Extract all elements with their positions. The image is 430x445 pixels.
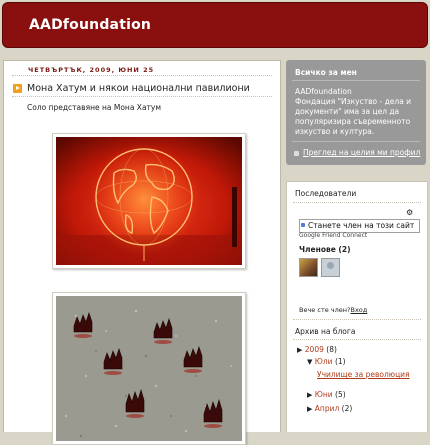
members-count: Членове (2) — [299, 245, 351, 254]
blog-title[interactable]: AADfoundation — [29, 17, 151, 33]
archive-post-item[interactable]: Училище за революция — [317, 370, 410, 379]
view-profile-label: Преглед на целия ми профил — [303, 148, 421, 157]
about-me-widget: Всичко за мен AADfoundation Фондация "Из… — [286, 60, 426, 165]
crowns-photo — [56, 296, 242, 441]
archive-month-count: (1) — [334, 357, 346, 366]
widget-heading: Всичко за мен — [295, 68, 357, 77]
archive-year-count: (8) — [326, 345, 337, 354]
archive-month-link[interactable]: Юли — [315, 357, 333, 366]
divider — [12, 75, 272, 76]
archive-year-link[interactable]: 2009 — [305, 345, 324, 354]
widget-heading: Последователи — [295, 189, 357, 198]
already-member-label: Вече сте член? — [299, 306, 351, 314]
archive-month-june[interactable]: ▶ Юни (5) — [307, 390, 346, 399]
archive-heading: Архив на блога — [295, 327, 356, 336]
post-title[interactable]: Мона Хатум и някои национални павилиони — [27, 83, 250, 94]
divider — [292, 141, 420, 142]
divider — [293, 319, 421, 320]
archive-post-link[interactable]: Училище за революция — [317, 370, 410, 379]
archive-month-july[interactable]: ▼ Юли (1) — [307, 357, 346, 366]
profile-description: Фондация "Изкуство - дела и документи" и… — [295, 97, 412, 136]
globe-photo — [56, 137, 242, 265]
collapse-triangle-icon[interactable]: ▶ — [307, 391, 312, 399]
post-arrow-icon — [13, 84, 22, 93]
view-profile-link[interactable]: Преглед на целия ми профил — [294, 148, 421, 157]
archive-month-count: (5) — [335, 390, 346, 399]
post-intro-text: Соло представяне на Мона Хатум — [27, 103, 162, 112]
powered-by-text: Google Friend Connect — [299, 232, 368, 239]
join-site-label: Станете член на този сайт — [308, 221, 415, 230]
bullet-icon — [294, 151, 299, 156]
collapse-triangle-icon[interactable]: ▶ — [307, 405, 312, 413]
gfc-settings-icon[interactable]: ⚙ — [406, 208, 415, 217]
member-avatar[interactable] — [321, 258, 340, 277]
login-link[interactable]: Вход — [350, 306, 367, 314]
profile-name: AADfoundation — [295, 87, 352, 96]
divider — [292, 80, 420, 81]
blog-header: AADfoundation — [2, 2, 428, 48]
archive-month-april[interactable]: ▶ Април (2) — [307, 404, 352, 413]
main-column: ЧЕТВЪРТЪК, 2009, ЮНИ 25 Мона Хатум и няк… — [3, 60, 281, 445]
member-avatar[interactable] — [299, 258, 318, 277]
archive-month-link[interactable]: Април — [315, 404, 339, 413]
post-date: ЧЕТВЪРТЪК, 2009, ЮНИ 25 — [28, 66, 155, 74]
followers-widget: Последователи ⚙ Станете член на този сай… — [286, 181, 428, 432]
divider — [12, 96, 272, 97]
already-member-text: Вече сте член?Вход — [299, 306, 367, 314]
divider — [293, 202, 421, 203]
gfc-icon — [301, 223, 305, 227]
archive-year-2009[interactable]: ▶ 2009 (8) — [297, 345, 337, 354]
collapse-triangle-icon[interactable]: ▶ — [297, 346, 302, 354]
post-image-globe[interactable] — [52, 133, 246, 269]
post-image-crowns[interactable] — [52, 292, 246, 445]
divider — [293, 339, 421, 340]
archive-month-link[interactable]: Юни — [315, 390, 333, 399]
expanded-triangle-icon[interactable]: ▼ — [307, 358, 312, 366]
archive-month-count: (2) — [341, 404, 353, 413]
join-site-button[interactable]: Станете член на този сайт — [299, 219, 420, 233]
